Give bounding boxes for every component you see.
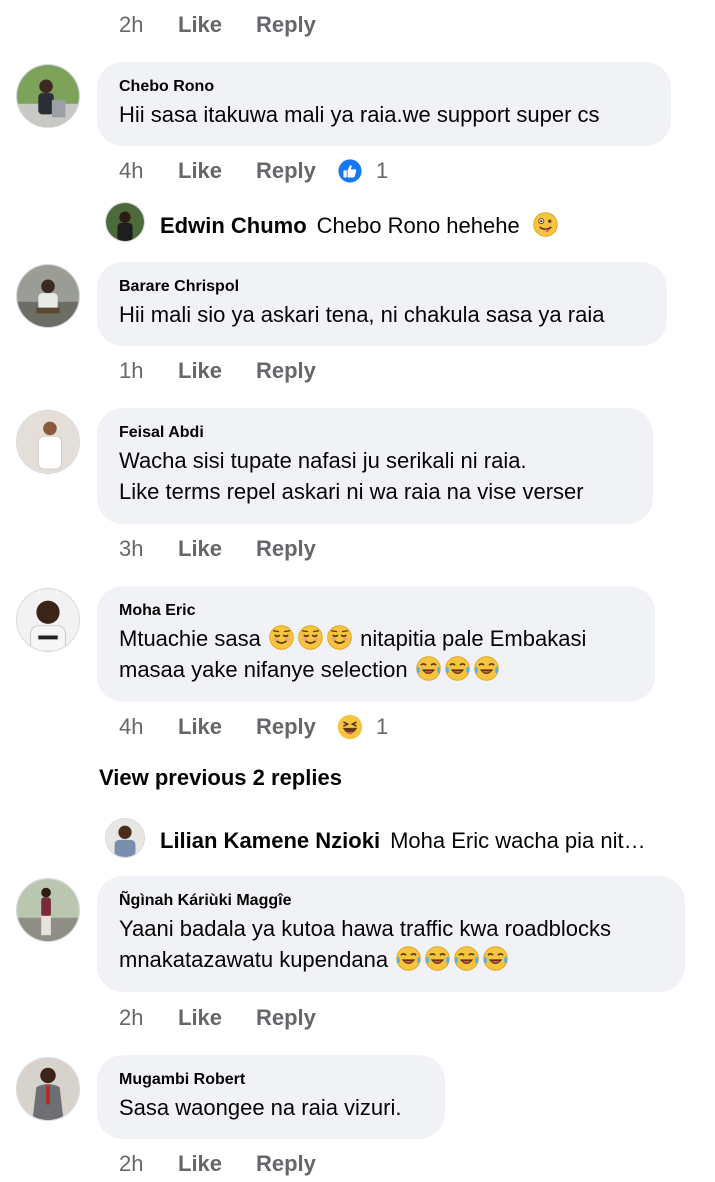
reply-button[interactable]: Reply [256, 8, 316, 42]
reply-button[interactable]: Reply [256, 710, 316, 744]
comment-time: 2h [119, 1005, 144, 1030]
reply-button[interactable]: Reply [256, 532, 316, 566]
tears-of-joy-emoji [444, 655, 471, 682]
comment-text: mnakatazawatu kupendana [119, 944, 663, 975]
comment-bubble: Barare Chrispol Hii mali sio ya askari t… [97, 262, 667, 346]
like-button[interactable]: Like [178, 1001, 222, 1035]
reaction-count[interactable]: 1 [376, 710, 388, 744]
avatar[interactable] [16, 878, 80, 942]
comment-text: Yaani badala ya kutoa hawa traffic kwa r… [119, 916, 612, 941]
comment-text-part: mnakatazawatu kupendana [119, 947, 389, 972]
comment-bubble: Feisal Abdi Wacha sisi tupate nafasi ju … [97, 408, 653, 524]
action-row: 4h Like Reply 1 [119, 154, 519, 188]
like-button[interactable]: Like [178, 710, 222, 744]
commenter-name[interactable]: Feisal Abdi [119, 423, 631, 443]
action-row: 3h Like Reply [119, 532, 519, 566]
avatar[interactable] [16, 588, 80, 652]
relieved-smile-emoji [297, 624, 324, 651]
action-row: 4h Like Reply 1 [119, 710, 519, 744]
comment-time: 3h [119, 536, 144, 561]
tears-of-joy-emoji [453, 945, 480, 972]
action-row: 2h Like Reply [119, 1001, 519, 1035]
commenter-name[interactable]: Chebo Rono [119, 77, 649, 97]
comment-text: Sasa waongee na raia vizuri. [119, 1095, 402, 1120]
action-row: 1h Like Reply [119, 354, 519, 388]
comment-bubble: Moha Eric Mtuachie sasa nitapitia pale E… [97, 586, 655, 702]
comment-text: Mtuachie sasa nitapitia pale Embakasi [119, 623, 633, 654]
commenter-name[interactable]: Ñgìnah Káriùki Maggîe [119, 891, 663, 911]
reply-text: Moha Eric wacha pia nit… [390, 828, 646, 853]
grinning-squint-emoji [532, 211, 559, 238]
reply-button[interactable]: Reply [256, 354, 316, 388]
reply-button[interactable]: Reply [256, 1001, 316, 1035]
avatar[interactable] [105, 818, 145, 858]
comment-time: 2h [119, 12, 144, 37]
comment-text: Wacha sisi tupate nafasi ju serikali ni … [119, 448, 527, 473]
comment-text-part: Mtuachie sasa [119, 626, 261, 651]
comment-bubble: Mugambi Robert Sasa waongee na raia vizu… [97, 1055, 445, 1139]
view-previous-replies-link[interactable]: View previous 2 replies [99, 762, 342, 794]
comment-bubble: Ñgìnah Káriùki Maggîe Yaani badala ya ku… [97, 876, 685, 992]
reply-line: Edwin Chumo Chebo Rono hehehe [160, 211, 560, 241]
comment-text-part: nitapitia pale Embakasi [360, 626, 587, 651]
comment-time: 1h [119, 358, 144, 383]
like-button[interactable]: Like [178, 8, 222, 42]
commenter-name[interactable]: Moha Eric [119, 601, 633, 621]
relieved-smile-emoji [268, 624, 295, 651]
avatar[interactable] [16, 410, 80, 474]
like-button[interactable]: Like [178, 154, 222, 188]
avatar[interactable] [105, 202, 145, 242]
relieved-smile-emoji [326, 624, 353, 651]
comment-text: Hii sasa itakuwa mali ya raia.we support… [119, 102, 600, 127]
reply-text: Chebo Rono hehehe [316, 213, 520, 238]
reply-button[interactable]: Reply [256, 1147, 316, 1181]
comment-text: Hii mali sio ya askari tena, ni chakula … [119, 302, 605, 327]
replier-name[interactable]: Lilian Kamene Nzioki [160, 828, 380, 853]
tears-of-joy-emoji [395, 945, 422, 972]
commenter-name[interactable]: Mugambi Robert [119, 1070, 423, 1090]
reply-button[interactable]: Reply [256, 154, 316, 188]
reaction-count[interactable]: 1 [376, 154, 388, 188]
comment-text: masaa yake nifanye selection [119, 654, 633, 685]
comment-time: 4h [119, 714, 144, 739]
comment-time: 4h [119, 158, 144, 183]
like-button[interactable]: Like [178, 1147, 222, 1181]
action-row: 2h Like Reply [119, 1147, 519, 1181]
comment-text: Like terms repel askari ni wa raia na vi… [119, 479, 584, 504]
like-button[interactable]: Like [178, 532, 222, 566]
avatar[interactable] [16, 264, 80, 328]
comment-time: 2h [119, 1151, 144, 1176]
tears-of-joy-emoji [482, 945, 509, 972]
like-reaction-icon[interactable] [337, 158, 363, 184]
comment-bubble: Chebo Rono Hii sasa itakuwa mali ya raia… [97, 62, 671, 146]
haha-reaction-icon[interactable] [337, 714, 363, 740]
comment-text-part: masaa yake nifanye selection [119, 657, 408, 682]
avatar[interactable] [16, 64, 80, 128]
tears-of-joy-emoji [424, 945, 451, 972]
commenter-name[interactable]: Barare Chrispol [119, 277, 645, 297]
avatar[interactable] [16, 1057, 80, 1121]
tears-of-joy-emoji [415, 655, 442, 682]
tears-of-joy-emoji [473, 655, 500, 682]
action-row: 2h Like Reply [119, 8, 519, 42]
reply-line: Lilian Kamene Nzioki Moha Eric wacha pia … [160, 826, 646, 856]
like-button[interactable]: Like [178, 354, 222, 388]
replier-name[interactable]: Edwin Chumo [160, 213, 307, 238]
